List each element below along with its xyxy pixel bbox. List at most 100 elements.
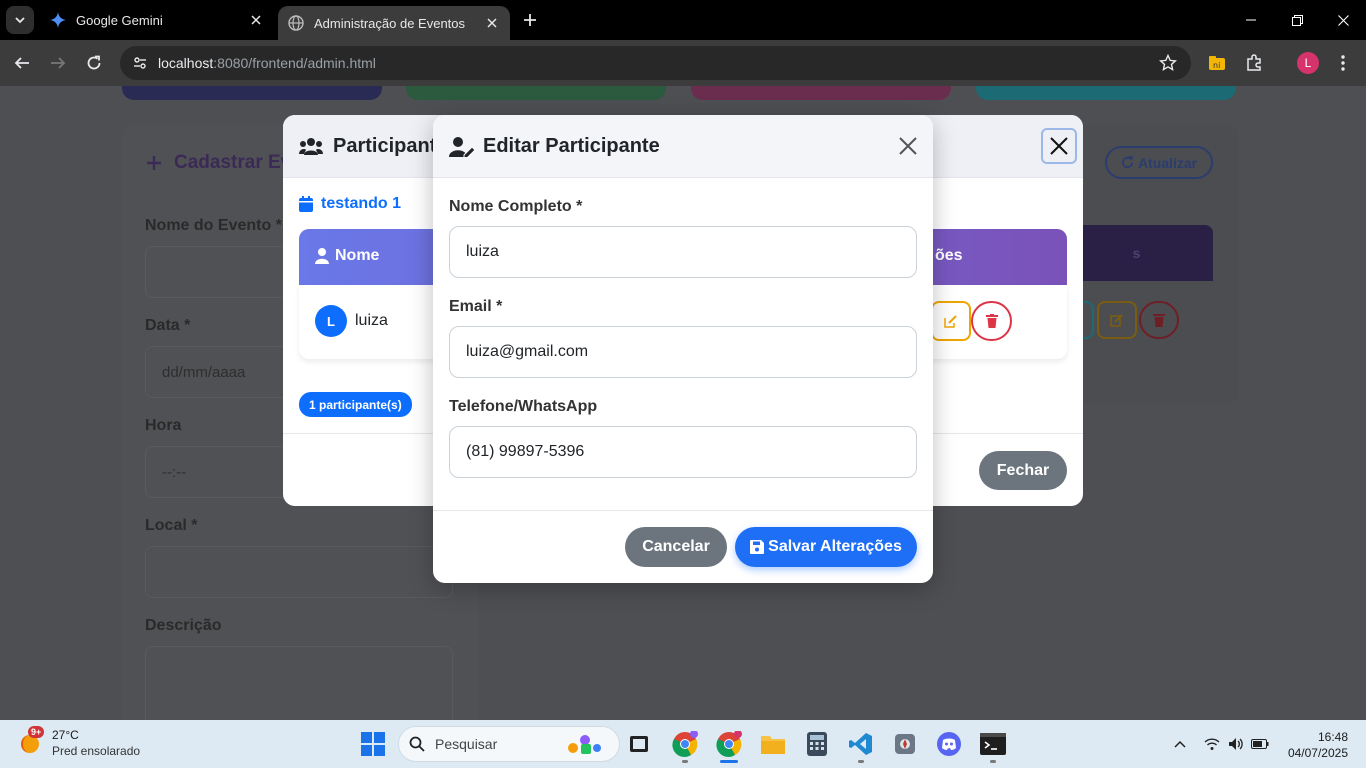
weather-desc: Pred ensolarado	[52, 744, 141, 758]
edit-icon	[1110, 314, 1123, 327]
column-nome-label: Nome	[335, 247, 380, 264]
search-icon	[409, 736, 425, 752]
arrow-left-icon	[14, 57, 29, 69]
edit-modal-footer-divider	[433, 510, 933, 511]
profile-avatar[interactable]: L	[1297, 52, 1319, 74]
extension-folder-icon[interactable]: ni	[1206, 52, 1228, 74]
vscode-icon[interactable]	[848, 731, 874, 757]
weather-badge: 9+	[28, 726, 45, 738]
event-location-input[interactable]	[145, 546, 453, 598]
new-tab-button[interactable]	[520, 10, 540, 30]
discord-icon[interactable]	[936, 731, 962, 757]
chrome-active-icon[interactable]	[716, 731, 742, 757]
weather-widget[interactable]: 9+ 27°C Pred ensolarado	[18, 726, 140, 758]
refresh-button[interactable]: Atualizar	[1105, 146, 1213, 179]
close-window-button[interactable]	[1320, 0, 1366, 40]
tab-search-button[interactable]	[6, 6, 34, 34]
volume-icon[interactable]	[1226, 734, 1246, 754]
tab-administracao-eventos[interactable]: Administração de Eventos	[278, 6, 510, 40]
running-indicator	[682, 760, 688, 763]
taskbar-clock[interactable]: 16:48 04/07/2025	[1280, 729, 1348, 761]
browser-toolbar: localhost:8080/frontend/admin.html ni	[0, 40, 1366, 86]
weather-temp: 27°C	[52, 728, 79, 742]
event-name-heading: testando 1	[299, 195, 401, 213]
restore-icon	[1291, 14, 1303, 26]
trash-icon	[985, 314, 998, 328]
event-name-label: Nome do Evento *	[145, 217, 282, 234]
arrow-right-icon	[51, 57, 66, 69]
extensions-puzzle-icon[interactable]	[1243, 52, 1265, 74]
terminal-icon[interactable]	[980, 731, 1006, 757]
address-bar[interactable]: localhost:8080/frontend/admin.html	[120, 46, 1191, 80]
site-info-icon[interactable]	[130, 53, 150, 73]
browser-tabbar: Google Gemini Administração de Eventos	[0, 0, 1366, 40]
wifi-icon[interactable]	[1202, 734, 1222, 754]
nome-completo-input[interactable]	[449, 226, 917, 278]
stat-card	[406, 86, 666, 100]
running-indicator	[990, 760, 996, 763]
reload-button[interactable]	[82, 51, 106, 75]
email-input[interactable]	[449, 326, 917, 378]
fechar-button[interactable]: Fechar	[979, 451, 1067, 490]
bookmark-star-icon[interactable]	[1159, 54, 1177, 72]
save-button[interactable]: Salvar Alterações	[735, 527, 917, 567]
form-title-text: Cadastrar Ev	[174, 152, 292, 173]
close-icon	[1050, 137, 1068, 155]
back-button[interactable]	[10, 51, 34, 75]
active-indicator	[720, 760, 738, 763]
chrome-profile-icon[interactable]	[672, 731, 698, 757]
close-icon	[1337, 14, 1349, 26]
start-button[interactable]	[360, 731, 386, 757]
browser-menu-icon[interactable]	[1332, 52, 1354, 74]
restore-button[interactable]	[1274, 0, 1320, 40]
event-name-text: testando 1	[321, 195, 402, 212]
tab-google-gemini[interactable]: Google Gemini	[40, 4, 274, 36]
telefone-input[interactable]	[449, 426, 917, 478]
tab-title: Google Gemini	[76, 12, 163, 28]
file-explorer-icon[interactable]	[760, 731, 786, 757]
battery-icon[interactable]	[1250, 734, 1270, 754]
task-view-icon[interactable]	[626, 731, 652, 757]
email-label: Email *	[449, 298, 503, 315]
edit-event-button[interactable]	[1097, 301, 1137, 339]
trash-icon	[1153, 314, 1165, 327]
app-icon[interactable]	[892, 731, 918, 757]
running-indicator	[858, 760, 864, 763]
column-acoes: ões	[935, 247, 963, 264]
calendar-icon	[299, 196, 313, 212]
reload-icon	[87, 55, 101, 70]
cancel-button[interactable]: Cancelar	[625, 527, 727, 567]
windows-logo-icon	[361, 732, 385, 756]
participants-close-button[interactable]	[1041, 128, 1077, 164]
url-path: :8080/frontend/admin.html	[213, 55, 376, 71]
stat-card	[976, 86, 1236, 100]
delete-event-button[interactable]	[1139, 301, 1179, 339]
close-tab-icon[interactable]	[248, 12, 264, 28]
weather-text: 27°C Pred ensolarado	[52, 728, 140, 758]
taskbar-search[interactable]: Pesquisar	[398, 726, 620, 762]
stat-card	[691, 86, 951, 100]
participant-name: luiza	[355, 312, 388, 329]
delete-participant-button[interactable]	[971, 301, 1012, 341]
globe-icon	[288, 15, 304, 31]
event-description-input[interactable]	[145, 646, 453, 720]
participant-count-badge: 1 participante(s)	[299, 392, 412, 417]
plus-icon	[524, 14, 536, 26]
tray-chevron-up-icon[interactable]	[1170, 734, 1190, 754]
edit-modal-close-button[interactable]	[897, 135, 919, 157]
close-tab-icon[interactable]	[484, 15, 500, 31]
calculator-icon[interactable]	[804, 731, 830, 757]
user-icon	[315, 248, 329, 264]
refresh-icon	[1121, 156, 1134, 168]
edit-participant-button[interactable]	[931, 301, 971, 341]
close-icon	[899, 137, 917, 155]
plus-icon	[147, 156, 161, 170]
nome-completo-label: Nome Completo *	[449, 198, 583, 215]
search-placeholder: Pesquisar	[435, 736, 498, 752]
users-icon	[299, 137, 323, 155]
telefone-label: Telefone/WhatsApp	[449, 398, 598, 415]
minimize-button[interactable]	[1228, 0, 1274, 40]
edit-modal-header: Editar Participante	[433, 115, 933, 178]
forward-button[interactable]	[46, 51, 70, 75]
clock-date: 04/07/2025	[1287, 746, 1348, 760]
